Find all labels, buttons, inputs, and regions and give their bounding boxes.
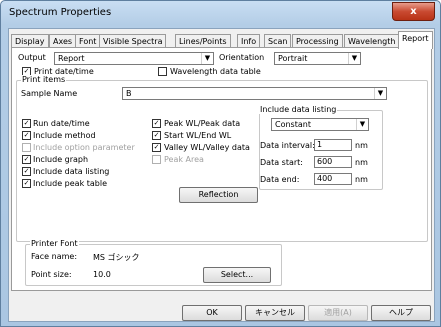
include-method-label: Include method xyxy=(33,131,96,140)
face-name-label: Face name: xyxy=(31,252,78,261)
printer-font-legend: Printer Font xyxy=(30,239,79,248)
tab-axes[interactable]: Axes xyxy=(49,34,77,48)
select-font-button[interactable]: Select... xyxy=(203,267,271,283)
include-method-checkbox[interactable]: ✓ xyxy=(22,131,31,140)
print-items-group: Print items Sample Name B ▼ ✓ Run date/t… xyxy=(16,75,428,242)
sample-name-label: Sample Name xyxy=(21,89,78,98)
orientation-select[interactable]: Portrait ▼ xyxy=(274,52,361,65)
tab-font[interactable]: Font xyxy=(75,34,101,48)
orientation-value: Portrait xyxy=(278,54,308,63)
report-panel: Output Report ▼ Orientation Portrait ▼ ✓… xyxy=(11,47,432,291)
help-button[interactable]: ヘルプ xyxy=(371,305,431,321)
tab-strip: Display Axes Font Visible Spectra Lines/… xyxy=(11,31,433,49)
reflection-button[interactable]: Reflection xyxy=(179,187,258,203)
run-datetime-label: Run date/time xyxy=(33,119,90,128)
printer-font-group: Printer Font Face name: MS ゴシック Point si… xyxy=(25,239,282,286)
cancel-button[interactable]: キャンセル xyxy=(245,305,305,321)
point-size-value: 10.0 xyxy=(93,270,111,279)
include-peak-table-checkbox[interactable]: ✓ xyxy=(22,179,31,188)
include-peak-table-label: Include peak table xyxy=(33,179,108,188)
tab-display[interactable]: Display xyxy=(11,34,49,48)
face-name-value: MS ゴシック xyxy=(93,253,140,262)
ok-button[interactable]: OK xyxy=(182,305,242,321)
include-data-listing-checkbox[interactable]: ✓ xyxy=(22,167,31,176)
valley-wl-label: Valley WL/Valley data xyxy=(164,143,250,152)
peak-area-label: Peak Area xyxy=(164,155,204,164)
wavelength-table-checkbox[interactable] xyxy=(158,67,167,76)
tab-wavelength[interactable]: Wavelength xyxy=(344,34,400,48)
include-option-parameter-checkbox xyxy=(22,143,31,152)
chevron-down-icon: ▼ xyxy=(374,88,386,99)
data-listing-group: Include data listing Constant ▼ Data int… xyxy=(259,105,383,190)
data-interval-label: Data interval: xyxy=(260,141,315,150)
tab-lines-points[interactable]: Lines/Points xyxy=(175,34,231,48)
valley-wl-checkbox[interactable]: ✓ xyxy=(152,143,161,152)
close-button[interactable]: x xyxy=(392,2,435,21)
include-data-listing-label: Include data listing xyxy=(33,167,110,176)
start-end-wl-label: Start WL/End WL xyxy=(164,131,232,140)
title-bar: Spectrum Properties x xyxy=(1,1,440,25)
data-start-input[interactable]: 600 xyxy=(314,156,352,168)
apply-button: 適用(A) xyxy=(308,305,368,321)
output-value: Report xyxy=(58,54,85,63)
print-items-legend: Print items xyxy=(21,75,67,84)
data-start-unit: nm xyxy=(355,158,368,167)
dialog-window: Spectrum Properties x Display Axes Font … xyxy=(0,0,441,327)
data-end-unit: nm xyxy=(355,175,368,184)
data-end-input[interactable]: 400 xyxy=(314,173,352,185)
data-start-label: Data start: xyxy=(260,158,303,167)
include-graph-checkbox[interactable]: ✓ xyxy=(22,155,31,164)
data-end-label: Data end: xyxy=(260,175,300,184)
chevron-down-icon: ▼ xyxy=(201,53,213,64)
tab-info[interactable]: Info xyxy=(237,34,261,48)
output-select[interactable]: Report ▼ xyxy=(54,52,214,65)
tab-visible-spectra[interactable]: Visible Spectra xyxy=(99,34,167,48)
wavelength-table-label: Wavelength data table xyxy=(170,67,261,76)
tab-scan[interactable]: Scan xyxy=(264,34,292,48)
dialog-client: Display Axes Font Visible Spectra Lines/… xyxy=(8,28,435,322)
peak-wl-label: Peak WL/Peak data xyxy=(164,119,241,128)
window-title: Spectrum Properties xyxy=(9,7,112,18)
sample-name-value: B xyxy=(126,89,132,98)
include-graph-label: Include graph xyxy=(33,155,89,164)
output-label: Output xyxy=(18,53,46,62)
data-listing-mode-value: Constant xyxy=(275,120,311,129)
tab-processing[interactable]: Processing xyxy=(292,34,343,48)
data-interval-unit: nm xyxy=(355,141,368,150)
start-end-wl-checkbox[interactable]: ✓ xyxy=(152,131,161,140)
peak-wl-checkbox[interactable]: ✓ xyxy=(152,119,161,128)
point-size-label: Point size: xyxy=(31,270,72,279)
data-listing-mode-select[interactable]: Constant ▼ xyxy=(271,118,369,131)
include-option-parameter-label: Include option parameter xyxy=(33,143,135,152)
data-interval-input[interactable]: 1 xyxy=(314,139,352,151)
peak-area-checkbox xyxy=(152,155,161,164)
sample-name-select[interactable]: B ▼ xyxy=(122,87,387,100)
run-datetime-checkbox[interactable]: ✓ xyxy=(22,119,31,128)
data-listing-legend: Include data listing xyxy=(259,105,338,114)
chevron-down-icon: ▼ xyxy=(348,53,360,64)
tab-report[interactable]: Report xyxy=(398,31,433,49)
orientation-label: Orientation xyxy=(219,53,265,62)
chevron-down-icon: ▼ xyxy=(356,119,368,130)
